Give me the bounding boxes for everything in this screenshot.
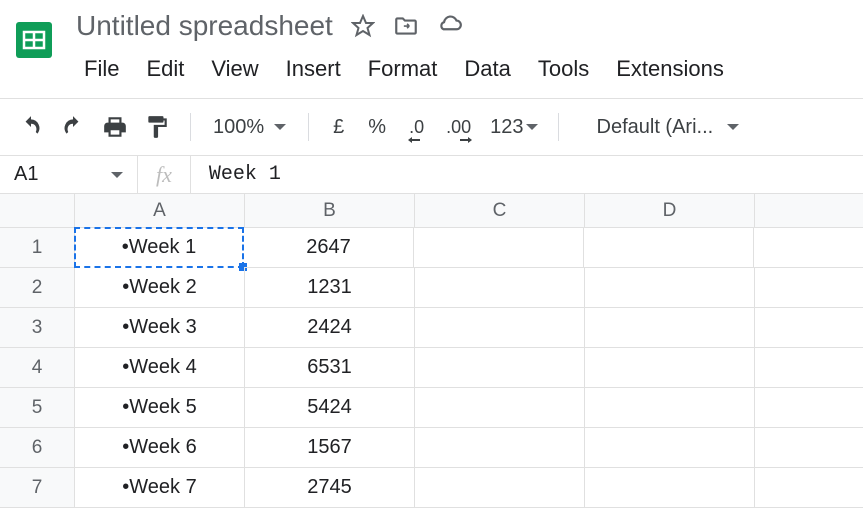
separator — [190, 113, 191, 141]
cell[interactable] — [415, 268, 585, 308]
formula-bar-input[interactable]: Week 1 — [191, 163, 863, 186]
undo-button[interactable] — [12, 110, 50, 144]
cell[interactable]: •Week 4 — [75, 348, 245, 388]
cell[interactable]: 2745 — [245, 468, 415, 508]
menu-insert[interactable]: Insert — [274, 50, 353, 88]
cell[interactable] — [755, 468, 863, 508]
menu-tools[interactable]: Tools — [526, 50, 601, 88]
app-header: Untitled spreadsheet — [0, 0, 863, 88]
cloud-status-icon[interactable] — [437, 13, 463, 39]
cell[interactable] — [415, 348, 585, 388]
redo-button[interactable] — [54, 110, 92, 144]
row-header[interactable]: 7 — [0, 468, 75, 508]
cell[interactable]: 5424 — [245, 388, 415, 428]
grid-row: 7•Week 72745 — [0, 468, 863, 508]
cell[interactable] — [415, 308, 585, 348]
column-header[interactable] — [755, 194, 863, 228]
cell[interactable]: •Week 6 — [75, 428, 245, 468]
cell[interactable] — [415, 428, 585, 468]
menu-extensions[interactable]: Extensions — [604, 50, 736, 88]
name-box[interactable]: A1 — [0, 156, 138, 193]
row-header[interactable]: 5 — [0, 388, 75, 428]
cell[interactable] — [415, 388, 585, 428]
cell[interactable] — [585, 468, 755, 508]
zoom-dropdown[interactable]: 100% — [205, 112, 294, 143]
star-icon[interactable] — [351, 14, 375, 38]
grid-row: 1•Week 12647 — [0, 228, 863, 268]
cell[interactable]: •Week 2 — [75, 268, 245, 308]
print-button[interactable] — [96, 110, 134, 144]
cell[interactable] — [585, 268, 755, 308]
menu-format[interactable]: Format — [356, 50, 450, 88]
grid-row: 6•Week 61567 — [0, 428, 863, 468]
cell[interactable]: 2424 — [245, 308, 415, 348]
zoom-value: 100% — [213, 116, 264, 139]
cell[interactable]: 1231 — [245, 268, 415, 308]
move-folder-icon[interactable] — [393, 13, 419, 39]
number-format-dropdown[interactable]: 123 — [484, 112, 543, 143]
sheets-logo[interactable] — [10, 10, 58, 70]
cell[interactable] — [585, 348, 755, 388]
cell[interactable] — [754, 228, 863, 268]
increase-decimal-button[interactable]: .00 — [437, 113, 480, 142]
grid-row: 4•Week 46531 — [0, 348, 863, 388]
chevron-down-icon — [727, 124, 739, 130]
menu-file[interactable]: File — [72, 50, 131, 88]
document-title[interactable]: Untitled spreadsheet — [76, 10, 333, 42]
cell[interactable] — [584, 228, 754, 268]
grid-row: 5•Week 55424 — [0, 388, 863, 428]
cell[interactable]: •Week 3 — [75, 308, 245, 348]
column-header[interactable]: B — [245, 194, 415, 228]
cell[interactable] — [755, 308, 863, 348]
chevron-down-icon — [111, 172, 123, 178]
cell[interactable]: •Week 5 — [75, 388, 245, 428]
cell[interactable] — [585, 308, 755, 348]
paint-format-button[interactable] — [138, 110, 176, 144]
menubar: File Edit View Insert Format Data Tools … — [70, 42, 863, 88]
grid-row: 3•Week 32424 — [0, 308, 863, 348]
percent-button[interactable]: % — [358, 112, 396, 143]
menu-view[interactable]: View — [199, 50, 270, 88]
chevron-down-icon — [274, 124, 286, 130]
cell[interactable] — [755, 388, 863, 428]
font-dropdown[interactable]: Default (Ari... — [589, 112, 748, 143]
cell[interactable] — [414, 228, 584, 268]
column-header[interactable]: C — [415, 194, 585, 228]
row-header[interactable]: 1 — [0, 228, 75, 268]
fx-icon: fx — [138, 156, 191, 193]
cell[interactable] — [755, 428, 863, 468]
cell[interactable]: 2647 — [244, 228, 414, 268]
cell[interactable] — [755, 348, 863, 388]
row-header[interactable]: 6 — [0, 428, 75, 468]
row-header[interactable]: 4 — [0, 348, 75, 388]
currency-button[interactable]: £ — [323, 112, 354, 143]
cell[interactable]: •Week 1 — [74, 227, 244, 268]
column-header[interactable]: D — [585, 194, 755, 228]
cell[interactable]: •Week 7 — [75, 468, 245, 508]
cell[interactable] — [755, 268, 863, 308]
cell[interactable]: 6531 — [245, 348, 415, 388]
cell[interactable] — [585, 428, 755, 468]
cell[interactable] — [415, 468, 585, 508]
row-header[interactable]: 3 — [0, 308, 75, 348]
column-header[interactable]: A — [75, 194, 245, 228]
separator — [558, 113, 559, 141]
row-header[interactable]: 2 — [0, 268, 75, 308]
grid-row: 2•Week 21231 — [0, 268, 863, 308]
menu-data[interactable]: Data — [452, 50, 522, 88]
menu-edit[interactable]: Edit — [134, 50, 196, 88]
cell[interactable] — [585, 388, 755, 428]
decrease-decimal-button[interactable]: .0 — [400, 113, 433, 142]
separator — [308, 113, 309, 141]
spreadsheet-grid: A B C D 1•Week 126472•Week 212313•Week 3… — [0, 194, 863, 508]
toolbar: 100% £ % .0 .00 123 Default (Ari... — [0, 99, 863, 155]
chevron-down-icon — [526, 124, 538, 130]
name-formula-bar: A1 fx Week 1 — [0, 156, 863, 194]
select-all-corner[interactable] — [0, 194, 75, 228]
cell[interactable]: 1567 — [245, 428, 415, 468]
